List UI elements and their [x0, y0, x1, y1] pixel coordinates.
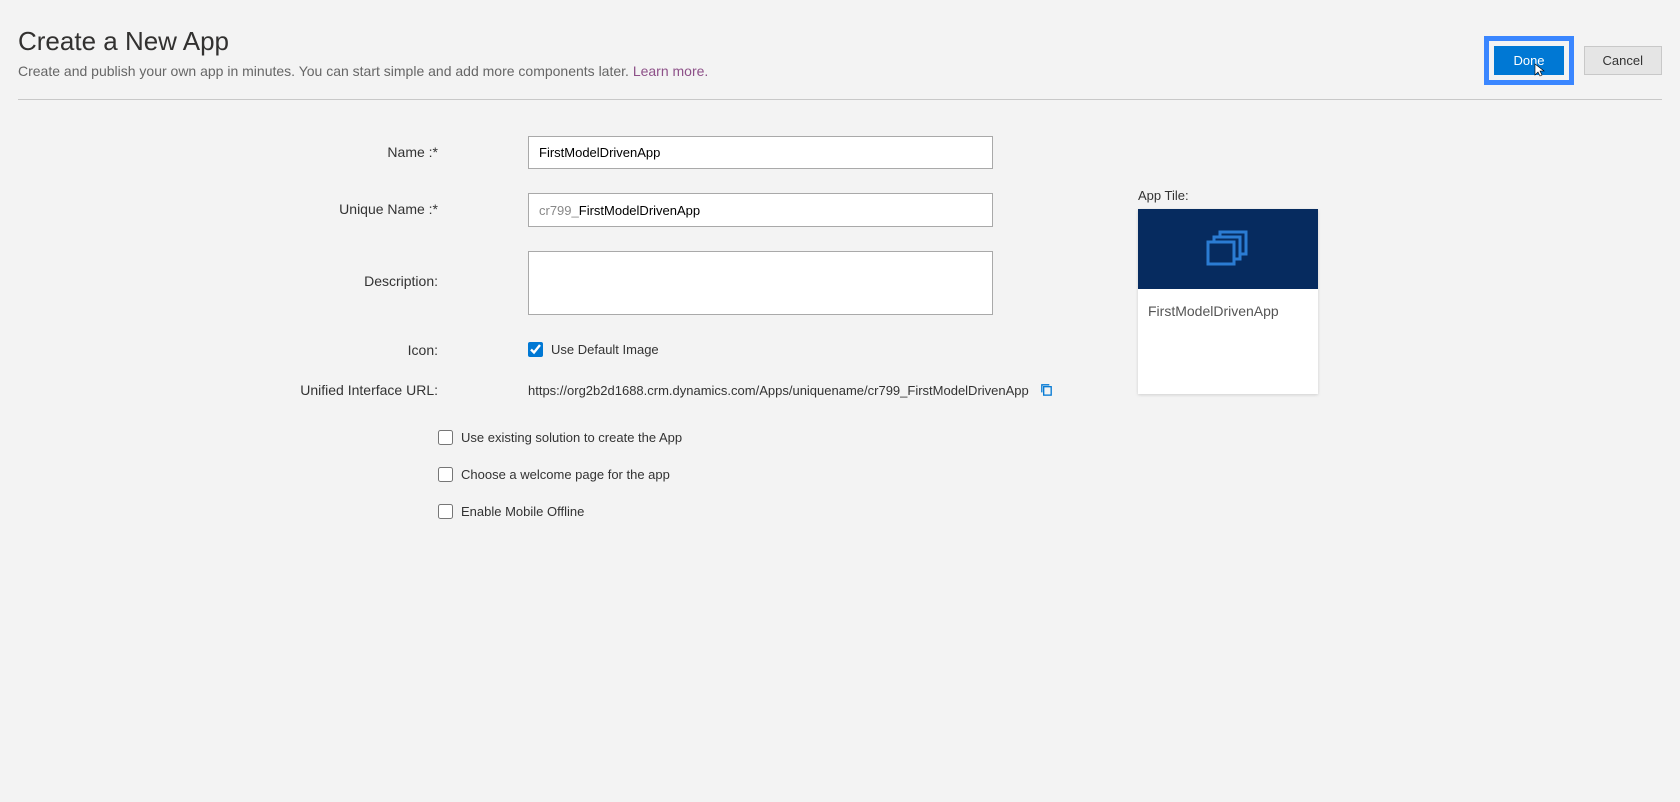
icon-label: Icon:	[18, 342, 528, 358]
use-default-image-label: Use Default Image	[551, 342, 659, 357]
page-title: Create a New App	[18, 26, 708, 57]
page-header: Create a New App Create and publish your…	[18, 18, 1662, 85]
copy-icon[interactable]	[1039, 382, 1055, 398]
app-tile-name: FirstModelDrivenApp	[1138, 289, 1318, 333]
unique-name-control: cr799_	[528, 193, 993, 227]
enable-mobile-offline-label: Enable Mobile Offline	[461, 504, 584, 519]
done-button[interactable]: Done	[1494, 46, 1563, 75]
app-tile-label: App Tile:	[1138, 188, 1318, 203]
icon-checkbox-row: Use Default Image	[528, 342, 993, 357]
url-row: Unified Interface URL: https://org2b2d16…	[18, 382, 1088, 398]
learn-more-link[interactable]: Learn more.	[633, 63, 708, 79]
description-row: Description:	[18, 251, 1088, 318]
name-label: Name :*	[18, 136, 528, 160]
app-tile-card: FirstModelDrivenApp	[1138, 209, 1318, 394]
page-subtitle: Create and publish your own app in minut…	[18, 63, 708, 79]
app-tile-header	[1138, 209, 1318, 289]
header-buttons: Done Cancel	[1484, 18, 1662, 85]
icon-row: Icon: Use Default Image	[18, 342, 1088, 358]
icon-control: Use Default Image	[528, 342, 993, 357]
unique-name-row: Unique Name :* cr799_	[18, 193, 1088, 227]
description-control	[528, 251, 993, 318]
app-tile-icon	[1204, 228, 1252, 271]
description-input[interactable]	[528, 251, 993, 315]
name-control	[528, 136, 993, 169]
done-button-highlight: Done	[1484, 36, 1573, 85]
use-existing-solution-row: Use existing solution to create the App	[438, 430, 1088, 445]
app-tile-section: App Tile: FirstModelDrivenApp	[1138, 136, 1318, 519]
header-text-block: Create a New App Create and publish your…	[18, 18, 708, 79]
choose-welcome-page-label: Choose a welcome page for the app	[461, 467, 670, 482]
form-left-column: Name :* Unique Name :* cr799_ Descriptio…	[18, 136, 1088, 519]
url-label: Unified Interface URL:	[18, 382, 528, 398]
unique-name-input-wrap[interactable]: cr799_	[528, 193, 993, 227]
enable-mobile-offline-checkbox[interactable]	[438, 504, 453, 519]
enable-mobile-offline-row: Enable Mobile Offline	[438, 504, 1088, 519]
use-existing-solution-checkbox[interactable]	[438, 430, 453, 445]
choose-welcome-page-checkbox[interactable]	[438, 467, 453, 482]
form-area: Name :* Unique Name :* cr799_ Descriptio…	[18, 100, 1662, 519]
unique-name-label: Unique Name :*	[18, 193, 528, 217]
done-button-label: Done	[1513, 53, 1544, 68]
url-text: https://org2b2d1688.crm.dynamics.com/App…	[528, 383, 1029, 398]
cancel-button[interactable]: Cancel	[1584, 46, 1662, 75]
extra-options: Use existing solution to create the App …	[0, 422, 1088, 519]
use-existing-solution-label: Use existing solution to create the App	[461, 430, 682, 445]
name-row: Name :*	[18, 136, 1088, 169]
subtitle-text: Create and publish your own app in minut…	[18, 63, 633, 79]
unique-name-input[interactable]	[579, 195, 982, 226]
url-control: https://org2b2d1688.crm.dynamics.com/App…	[528, 382, 993, 398]
name-input[interactable]	[528, 136, 993, 169]
unique-name-prefix: cr799_	[539, 203, 579, 218]
choose-welcome-page-row: Choose a welcome page for the app	[438, 467, 1088, 482]
use-default-image-checkbox[interactable]	[528, 342, 543, 357]
description-label: Description:	[18, 251, 528, 289]
